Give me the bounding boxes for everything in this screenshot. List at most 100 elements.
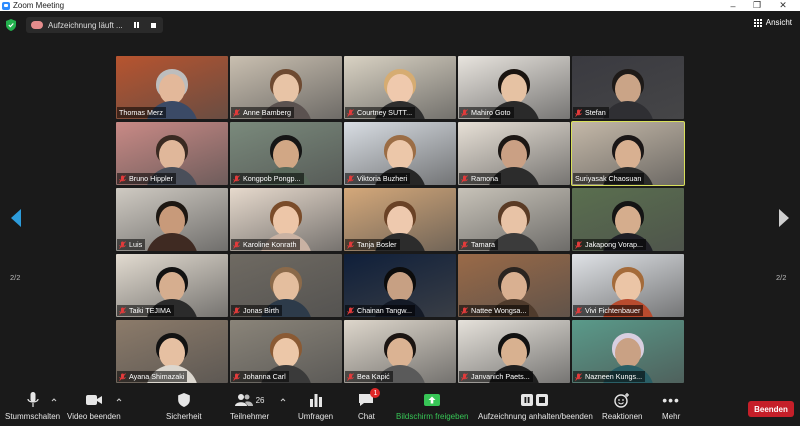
participants-button[interactable]: 26 Teilnehmer — [230, 389, 269, 421]
participant-video-tile[interactable]: Ramona — [458, 122, 570, 185]
participant-nameplate: Thomas Merz — [117, 107, 166, 118]
participant-video-tile[interactable]: Nattee Wongsa... — [458, 254, 570, 317]
participant-nameplate: Luis — [117, 239, 146, 250]
end-meeting-button[interactable]: Beenden — [748, 401, 794, 417]
participant-video-tile[interactable]: Janvanich Paets... — [458, 320, 570, 383]
muted-microphone-icon — [233, 108, 240, 117]
meeting-toolbar: Stummschalten Video beenden Sicherheit 2… — [0, 386, 800, 426]
pause-recording-button[interactable] — [131, 20, 141, 30]
reactions-button[interactable]: Reaktionen — [602, 389, 642, 421]
participant-video-tile[interactable]: Courtney SUTT... — [344, 56, 456, 119]
next-page-arrow-icon[interactable] — [777, 209, 791, 227]
muted-microphone-icon — [461, 306, 468, 315]
participant-name: Kongpob Pongp... — [243, 174, 301, 183]
participant-name: Viktoria Buzheri — [357, 174, 408, 183]
muted-microphone-icon — [575, 306, 582, 315]
meeting-top-bar: Aufzeichnung läuft ... Ansicht — [0, 11, 800, 39]
muted-microphone-icon — [347, 306, 354, 315]
security-button[interactable]: Sicherheit — [166, 389, 202, 421]
share-screen-button[interactable]: Bildschirm freigeben — [396, 389, 468, 421]
participant-video-tile[interactable]: Viktoria Buzheri — [344, 122, 456, 185]
participant-nameplate: Tanja Bosler — [345, 239, 400, 250]
security-shield-icon — [177, 393, 190, 407]
polls-button[interactable]: Umfragen — [298, 389, 333, 421]
pause-stop-recording-icon — [521, 394, 549, 406]
recording-control-button[interactable]: Aufzeichnung anhalten/beenden — [478, 389, 593, 421]
participant-video-tile[interactable]: Mahiro Goto — [458, 56, 570, 119]
participant-video-tile[interactable]: Tanja Bosler — [344, 188, 456, 251]
microphone-icon — [26, 392, 39, 407]
participant-video-tile[interactable]: Thomas Merz — [116, 56, 228, 119]
previous-page-arrow-icon[interactable] — [9, 209, 23, 227]
participants-count: 26 — [255, 395, 265, 405]
video-gallery: 2/2 2/2 Thomas Merz Anne Bamberg Courtney … — [0, 39, 800, 386]
window-titlebar: Zoom Meeting – ❐ ✕ — [0, 0, 800, 11]
participant-video-tile[interactable]: Taiki TEJIMA — [116, 254, 228, 317]
participant-name: Jonas Birth — [243, 306, 279, 315]
participant-video-tile[interactable]: Stefan — [572, 56, 684, 119]
muted-microphone-icon — [119, 372, 126, 381]
participant-video-tile[interactable]: Johanna Carl — [230, 320, 342, 383]
chat-button[interactable]: 1 Chat — [358, 388, 381, 421]
grid-view-icon — [753, 18, 762, 27]
participant-name: Stefan — [585, 108, 606, 117]
participant-name: Nazneen Kungs... — [585, 372, 643, 381]
participant-video-tile[interactable]: Suriyasak Chaosuan — [571, 121, 685, 186]
chevron-up-icon[interactable] — [280, 397, 286, 403]
muted-microphone-icon — [233, 306, 240, 315]
page-indicator-left: 2/2 — [10, 273, 21, 282]
stop-recording-button[interactable] — [148, 20, 158, 30]
participant-video-tile[interactable]: Bruno Hippler — [116, 122, 228, 185]
participant-video-tile[interactable]: Anne Bamberg — [230, 56, 342, 119]
emoji-reaction-icon — [614, 393, 630, 408]
chevron-up-icon[interactable] — [116, 397, 122, 403]
muted-microphone-icon — [233, 372, 240, 381]
participant-video-tile[interactable]: Tamara — [458, 188, 570, 251]
participant-name: Ayana Shimazaki — [129, 372, 185, 381]
close-icon[interactable]: ✕ — [772, 0, 794, 11]
reactions-label: Reaktionen — [602, 412, 643, 421]
muted-microphone-icon — [347, 372, 354, 381]
participant-nameplate: Ayana Shimazaki — [117, 371, 188, 382]
participant-nameplate: Suriyasak Chaosuan — [573, 173, 645, 184]
participant-nameplate: Mahiro Goto — [459, 107, 514, 118]
muted-microphone-icon — [461, 174, 468, 183]
muted-microphone-icon — [119, 174, 126, 183]
participant-name: Luis — [129, 240, 143, 249]
participant-name: Vivi Fichtenbauer — [585, 306, 641, 315]
participant-video-tile[interactable]: Luis — [116, 188, 228, 251]
participant-name: Chainan Tangw... — [357, 306, 413, 315]
polls-label: Umfragen — [298, 412, 334, 421]
recording-indicator: Aufzeichnung läuft ... — [26, 17, 163, 33]
participant-name: Ramona — [471, 174, 499, 183]
participant-video-tile[interactable]: Bea Kapić — [344, 320, 456, 383]
muted-microphone-icon — [461, 108, 468, 117]
encryption-shield-icon[interactable] — [6, 19, 16, 31]
participant-video-tile[interactable]: Nazneen Kungs... — [572, 320, 684, 383]
view-button[interactable]: Ansicht — [753, 18, 792, 27]
minimize-icon[interactable]: – — [722, 0, 744, 11]
participant-silhouette — [142, 201, 202, 251]
muted-microphone-icon — [461, 240, 468, 249]
stop-video-button[interactable]: Video beenden — [67, 389, 121, 421]
window-title: Zoom Meeting — [13, 1, 65, 10]
participant-video-tile[interactable]: Jonas Birth — [230, 254, 342, 317]
video-label: Video beenden — [67, 412, 121, 421]
participant-video-tile[interactable]: Kongpob Pongp... — [230, 122, 342, 185]
participant-video-tile[interactable]: Vivi Fichtenbauer — [572, 254, 684, 317]
participant-video-tile[interactable]: Karoline Konrath — [230, 188, 342, 251]
more-button[interactable]: ••• Mehr — [662, 389, 680, 421]
mute-button[interactable]: Stummschalten — [5, 389, 60, 421]
participant-nameplate: Ramona — [459, 173, 502, 184]
muted-microphone-icon — [233, 174, 240, 183]
maximize-icon[interactable]: ❐ — [746, 0, 768, 11]
participant-video-tile[interactable]: Chainan Tangw... — [344, 254, 456, 317]
participant-name: Tanja Bosler — [357, 240, 397, 249]
video-camera-icon — [85, 395, 102, 405]
chevron-up-icon[interactable] — [51, 397, 57, 403]
participant-video-tile[interactable]: Jakapong Vorap... — [572, 188, 684, 251]
participant-nameplate: Kongpob Pongp... — [231, 173, 304, 184]
participant-nameplate: Bruno Hippler — [117, 173, 176, 184]
participant-video-tile[interactable]: Ayana Shimazaki — [116, 320, 228, 383]
participant-name: Courtney SUTT... — [357, 108, 413, 117]
